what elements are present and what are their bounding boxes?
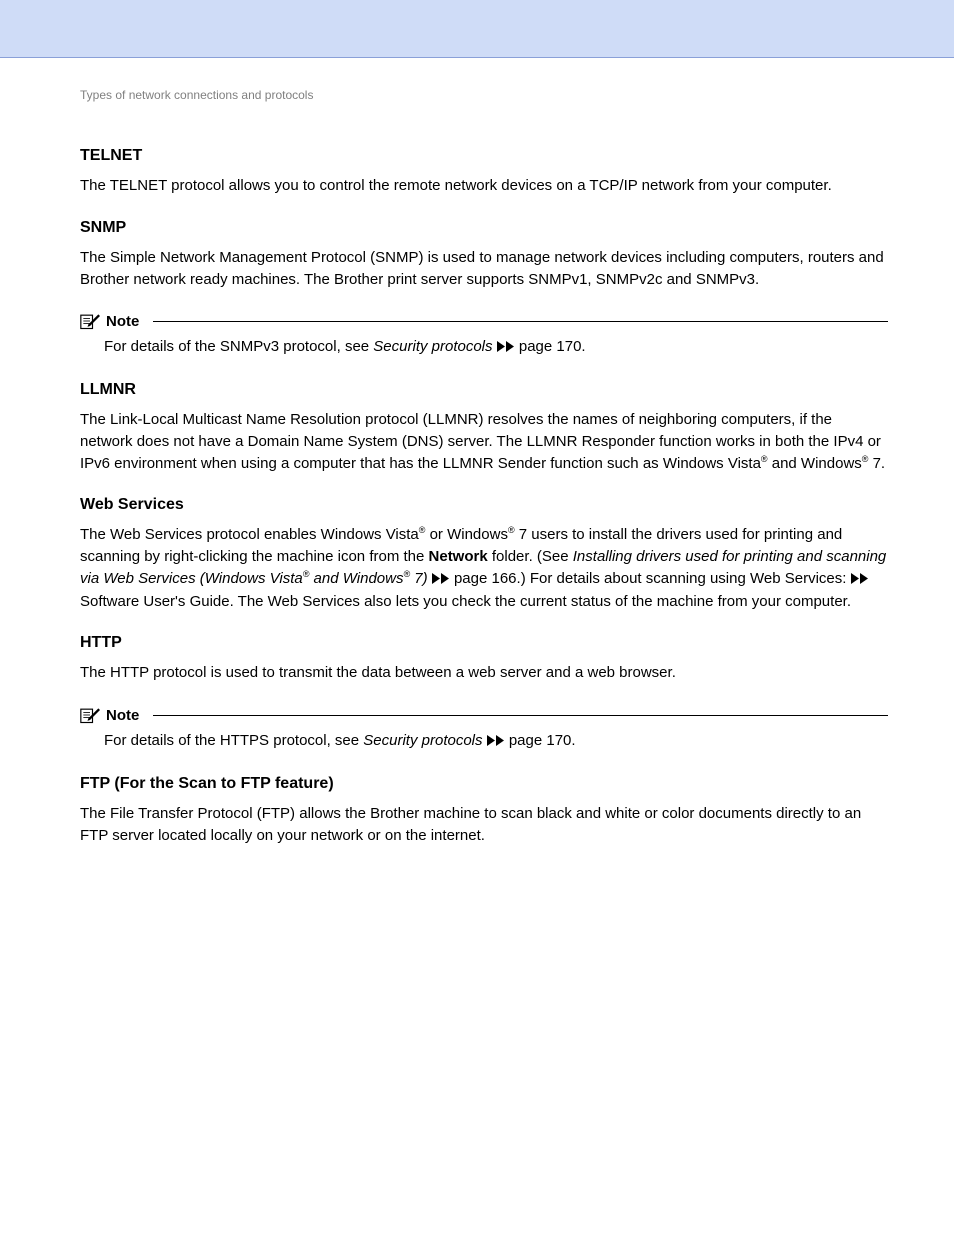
text: and Windows [309, 570, 403, 587]
para-web-services: The Web Services protocol enables Window… [80, 524, 888, 612]
note-rule [153, 321, 888, 322]
double-arrow-icon [497, 337, 515, 359]
text: or Windows [425, 526, 508, 543]
heading-telnet: TELNET [80, 147, 888, 165]
text: Software User's Guide. The Web Services … [80, 593, 851, 610]
header-band [0, 0, 954, 57]
double-arrow-icon [487, 731, 505, 753]
note-rule [153, 715, 888, 716]
heading-snmp: SNMP [80, 219, 888, 237]
double-arrow-icon [851, 569, 869, 591]
note-body-http: For details of the HTTPS protocol, see S… [104, 730, 888, 753]
note-text: For details of the HTTPS protocol, see [104, 732, 363, 749]
para-snmp: The Simple Network Management Protocol (… [80, 247, 888, 291]
crossref-security-protocols[interactable]: Security protocols [363, 732, 482, 749]
note-icon [80, 312, 100, 330]
text: 7. [868, 455, 885, 472]
network-folder-label: Network [429, 548, 488, 565]
note-body-snmp: For details of the SNMPv3 protocol, see … [104, 336, 888, 359]
para-llmnr: The Link-Local Multicast Name Resolution… [80, 409, 888, 474]
heading-ftp: FTP (For the Scan to FTP feature) [80, 775, 888, 793]
note-icon [80, 706, 100, 724]
heading-http: HTTP [80, 634, 888, 652]
text: The Web Services protocol enables Window… [80, 526, 419, 543]
note-page: page 170. [505, 732, 576, 749]
heading-llmnr: LLMNR [80, 381, 888, 399]
note-http: Note For details of the HTTPS protocol, … [80, 706, 888, 753]
header-rule [0, 57, 954, 58]
double-arrow-icon [432, 569, 450, 591]
note-snmp: Note For details of the SNMPv3 protocol,… [80, 312, 888, 359]
note-page: page 170. [515, 338, 586, 355]
note-text: For details of the SNMPv3 protocol, see [104, 338, 373, 355]
para-ftp: The File Transfer Protocol (FTP) allows … [80, 803, 888, 847]
para-telnet: The TELNET protocol allows you to contro… [80, 175, 888, 197]
running-head: Types of network connections and protoco… [80, 88, 888, 102]
heading-web-services: Web Services [80, 496, 888, 514]
text: 7) [410, 570, 428, 587]
text: and Windows [768, 455, 862, 472]
para-http: The HTTP protocol is used to transmit th… [80, 662, 888, 684]
note-label: Note [106, 707, 139, 724]
text: folder. (See [488, 548, 573, 565]
registered-mark: ® [761, 454, 768, 464]
crossref-security-protocols[interactable]: Security protocols [373, 338, 492, 355]
page-content: Types of network connections and protoco… [0, 88, 954, 846]
note-label: Note [106, 313, 139, 330]
text: page 166.) For details about scanning us… [450, 570, 851, 587]
registered-mark: ® [508, 525, 515, 535]
